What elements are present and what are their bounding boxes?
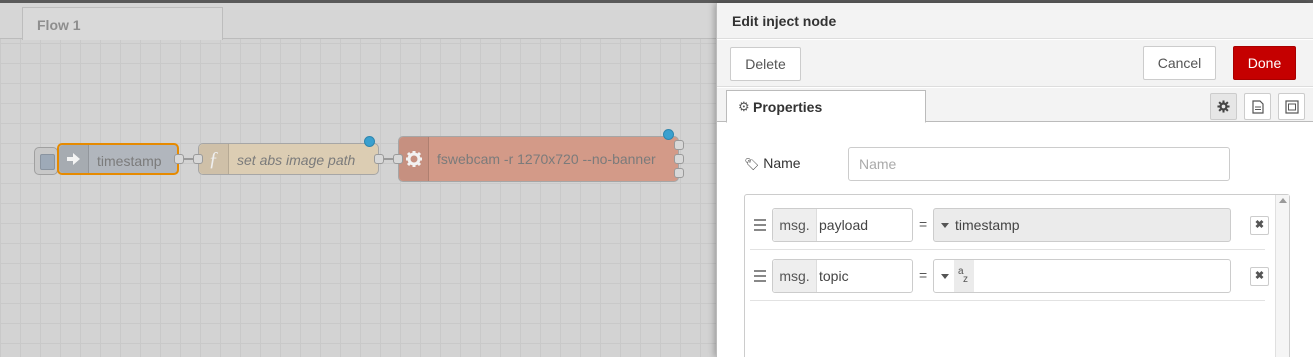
tab-flow-1[interactable]: Flow 1 bbox=[22, 7, 223, 40]
inject-trigger-button[interactable] bbox=[34, 147, 58, 175]
settings-tab-button[interactable] bbox=[1210, 93, 1237, 120]
tray-title: Edit inject node bbox=[732, 13, 837, 29]
property-prefix: msg. bbox=[773, 260, 817, 292]
function-node[interactable]: ƒ set abs image path bbox=[198, 143, 379, 175]
property-prefix: msg. bbox=[773, 209, 817, 241]
list-item: msg. payload = timestamp ✖ bbox=[750, 200, 1269, 250]
exec-input-port[interactable] bbox=[393, 154, 403, 164]
value-type-input[interactable]: az bbox=[933, 259, 1231, 293]
value-type-input[interactable]: timestamp bbox=[933, 208, 1231, 242]
property-name: topic bbox=[819, 268, 849, 284]
tray-toolbar: Delete Cancel Done bbox=[717, 40, 1313, 87]
remove-button[interactable]: ✖ bbox=[1250, 216, 1269, 235]
function-input-port[interactable] bbox=[193, 154, 203, 164]
exec-output-port-3[interactable] bbox=[674, 168, 684, 178]
function-node-label: set abs image path bbox=[237, 152, 356, 168]
appearance-tab-button[interactable] bbox=[1278, 93, 1305, 120]
tab-properties-label: Properties bbox=[753, 99, 823, 115]
function-output-port[interactable] bbox=[374, 154, 384, 164]
gear-icon bbox=[399, 137, 429, 181]
property-name-input[interactable]: msg. payload bbox=[772, 208, 913, 242]
inject-output-port[interactable] bbox=[174, 154, 184, 164]
list-scrollbar[interactable] bbox=[1275, 195, 1289, 357]
delete-button[interactable]: Delete bbox=[730, 47, 801, 81]
tab-flow-1-label: Flow 1 bbox=[37, 17, 81, 33]
name-label-text: Name bbox=[763, 155, 801, 171]
value-text: timestamp bbox=[955, 217, 1020, 233]
edit-tray: Edit inject node Delete Cancel Done ⚙ Pr… bbox=[716, 3, 1313, 357]
gear-icon: ⚙ bbox=[738, 99, 750, 114]
changed-indicator bbox=[364, 136, 375, 147]
equals-sign: = bbox=[919, 216, 928, 232]
name-label: 🏷 Name bbox=[744, 155, 801, 171]
appearance-icon bbox=[1284, 99, 1299, 114]
properties-form: 🏷Name msg. payload = timestamp ✖ bbox=[717, 123, 1313, 357]
caret-down-icon bbox=[941, 274, 949, 279]
exec-node-label: fswebcam -r 1270x720 --no-banner bbox=[437, 151, 656, 167]
list-item: msg. topic = az ✖ bbox=[750, 251, 1269, 301]
equals-sign: = bbox=[919, 267, 928, 283]
drag-handle-icon[interactable] bbox=[754, 270, 766, 285]
function-icon: ƒ bbox=[199, 144, 229, 174]
tray-tabs: ⚙ Properties bbox=[717, 88, 1313, 123]
property-list: msg. payload = timestamp ✖ msg. topic = bbox=[744, 194, 1290, 357]
inject-node-label: timestamp bbox=[97, 153, 162, 169]
cancel-button[interactable]: Cancel bbox=[1143, 46, 1216, 80]
arrow-in-icon bbox=[59, 145, 89, 173]
exec-node[interactable]: fswebcam -r 1270x720 --no-banner bbox=[398, 136, 679, 182]
description-icon bbox=[1251, 99, 1264, 114]
exec-output-port-1[interactable] bbox=[674, 140, 684, 150]
property-name-input[interactable]: msg. topic bbox=[772, 259, 913, 293]
changed-indicator bbox=[663, 129, 674, 140]
tab-properties[interactable]: ⚙ Properties bbox=[726, 90, 926, 123]
name-field[interactable] bbox=[848, 147, 1230, 181]
property-name: payload bbox=[819, 217, 869, 233]
flow-workspace[interactable]: Flow 1 timestamp ƒ set abs image path fs… bbox=[0, 3, 716, 357]
remove-button[interactable]: ✖ bbox=[1250, 267, 1269, 286]
az-string-icon: az bbox=[954, 260, 974, 292]
workspace-tabbar: Flow 1 bbox=[0, 3, 716, 40]
settings-icon bbox=[1217, 100, 1230, 113]
caret-down-icon bbox=[941, 223, 949, 228]
description-tab-button[interactable] bbox=[1244, 93, 1271, 120]
exec-output-port-2[interactable] bbox=[674, 154, 684, 164]
tray-header: Edit inject node bbox=[717, 3, 1313, 39]
scroll-up-icon[interactable] bbox=[1279, 198, 1287, 203]
tag-icon: 🏷 bbox=[744, 157, 760, 171]
inject-node[interactable]: timestamp bbox=[57, 143, 179, 175]
done-button[interactable]: Done bbox=[1233, 46, 1296, 80]
drag-handle-icon[interactable] bbox=[754, 219, 766, 234]
